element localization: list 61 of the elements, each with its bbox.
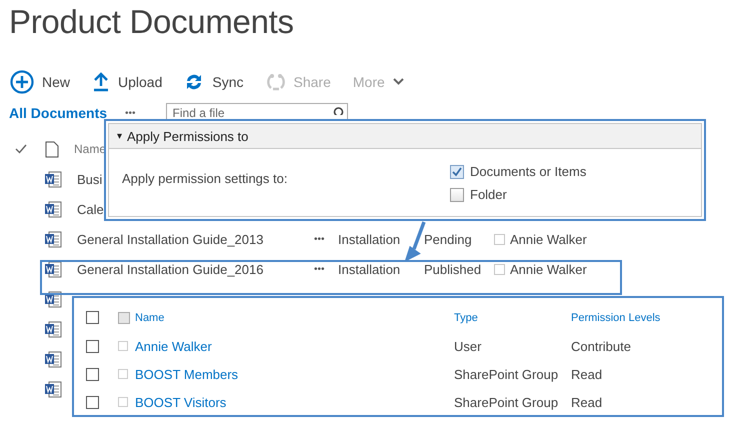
member-link[interactable]: Annie Walker — [135, 338, 212, 354]
document-name[interactable]: Cale — [77, 202, 104, 216]
column-header[interactable]: Type — [454, 312, 478, 324]
square-icon — [118, 312, 130, 324]
page-title: Product Documents — [8, 2, 295, 42]
share-icon — [266, 72, 286, 92]
column-header[interactable]: Permission Levels — [571, 312, 660, 324]
checkbox[interactable] — [86, 368, 99, 380]
document-icon — [45, 320, 62, 338]
option-label: Folder — [470, 187, 507, 202]
caret-icon[interactable]: ▾ — [117, 130, 122, 142]
view-tab[interactable]: All Documents — [9, 105, 108, 121]
check-icon — [15, 144, 27, 154]
document-icon — [45, 380, 62, 398]
presence-icon — [118, 341, 128, 351]
permission-level: Contribute — [571, 338, 631, 354]
type-text: User — [454, 338, 482, 354]
document-name[interactable]: General Installation Guide_2016 — [77, 262, 264, 276]
member-link[interactable]: BOOST Visitors — [135, 394, 226, 410]
document-icon — [45, 170, 62, 188]
checkbox[interactable] — [86, 311, 99, 324]
permission-level: Read — [571, 394, 602, 410]
type-text: SharePoint Group — [454, 366, 558, 382]
checkbox[interactable] — [450, 164, 464, 178]
option-label: Documents or Items — [470, 164, 586, 179]
toolbar-button[interactable]: Upload — [92, 72, 162, 92]
panel-title: Apply Permissions to — [127, 128, 248, 144]
toolbar-button[interactable]: Sync — [184, 72, 244, 92]
member-link[interactable]: BOOST Members — [135, 366, 238, 382]
document-icon — [45, 200, 62, 218]
upload-icon — [92, 72, 110, 92]
document-icon — [45, 230, 62, 248]
status-text: Pending — [424, 232, 472, 246]
field-label: Apply permission settings to: — [122, 171, 288, 188]
category-text: Installation — [338, 232, 400, 246]
search-icon[interactable] — [332, 107, 344, 115]
more-button[interactable]: ••• — [308, 262, 331, 276]
checkbox[interactable] — [450, 188, 464, 202]
owner-name: Annie Walker — [510, 262, 587, 276]
owner-name: Annie Walker — [510, 232, 587, 246]
column-header[interactable]: Name — [135, 312, 164, 324]
checkbox[interactable] — [86, 340, 99, 352]
checkbox[interactable] — [86, 396, 99, 408]
document-name[interactable]: Busi — [77, 172, 102, 186]
type-text: SharePoint Group — [454, 394, 558, 410]
document-icon — [45, 260, 62, 278]
presence-icon — [494, 264, 505, 274]
file-icon — [45, 140, 59, 158]
document-name[interactable]: General Installation Guide_2013 — [77, 232, 264, 246]
permission-level: Read — [571, 366, 602, 382]
more-button[interactable]: ••• — [125, 108, 136, 118]
status-text: Published — [424, 262, 482, 276]
category-text: Installation — [338, 262, 400, 276]
toolbar-button[interactable]: New — [10, 70, 70, 94]
presence-icon — [118, 369, 128, 379]
more-button[interactable]: ••• — [308, 232, 331, 246]
document-icon — [45, 350, 62, 368]
plus-icon — [10, 70, 34, 94]
presence-icon — [118, 397, 128, 407]
presence-icon — [494, 234, 505, 244]
chevron-down-icon — [392, 78, 404, 86]
